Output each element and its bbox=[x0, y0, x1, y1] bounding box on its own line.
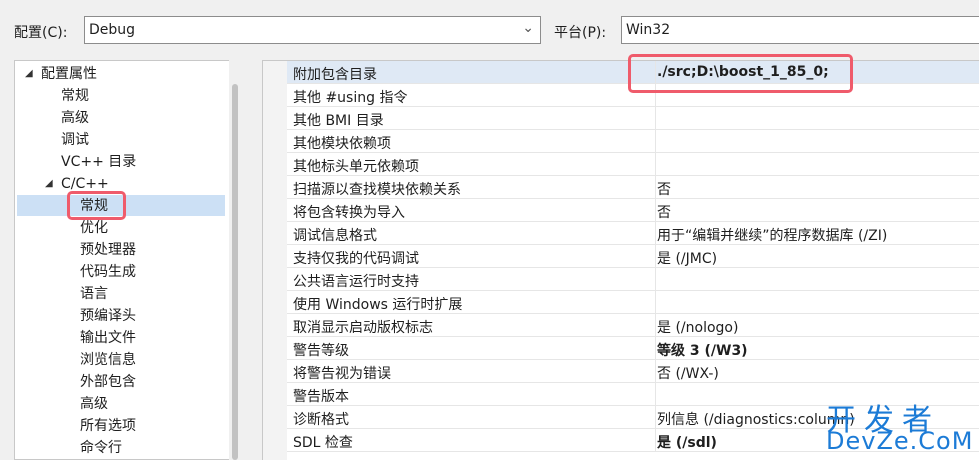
property-value[interactable]: 等级 3 (/W3) bbox=[657, 340, 748, 360]
column-divider bbox=[655, 153, 656, 175]
property-row[interactable]: 公共语言运行时支持 bbox=[287, 268, 979, 291]
tree-item-precompiled-headers[interactable]: 预编译头 bbox=[80, 306, 136, 327]
tree-scrollbar-thumb[interactable] bbox=[232, 84, 238, 460]
property-name: 公共语言运行时支持 bbox=[293, 274, 419, 290]
property-tree: ◢ 配置属性 常规 高级 调试 VC++ 目录 ◢ C/C++ 常规 优化 预处… bbox=[14, 60, 241, 460]
column-divider bbox=[655, 222, 656, 244]
toolbar: 配置(C): Debug ⌄ 平台(P): Win32 bbox=[0, 0, 979, 58]
property-value[interactable]: 是 (/sdl) bbox=[657, 432, 717, 452]
tree-item-optimization[interactable]: 优化 bbox=[80, 218, 108, 239]
property-name: 警告版本 bbox=[293, 389, 349, 405]
column-divider bbox=[655, 360, 656, 382]
platform-dropdown[interactable]: Win32 bbox=[621, 16, 979, 44]
highlight-box-include-dirs bbox=[628, 54, 853, 93]
tree-item-output-files[interactable]: 输出文件 bbox=[80, 328, 136, 349]
column-divider bbox=[655, 429, 656, 451]
property-value[interactable]: 否 bbox=[657, 179, 671, 199]
watermark-en: DevZe.CoM bbox=[826, 427, 974, 455]
column-divider bbox=[655, 176, 656, 198]
property-value[interactable]: 否 (/WX-) bbox=[657, 363, 719, 383]
property-name: 将包含转换为导入 bbox=[293, 205, 405, 221]
highlight-box-tree bbox=[67, 191, 126, 220]
config-dropdown[interactable]: Debug ⌄ bbox=[84, 16, 541, 44]
property-name: 扫描源以查找模块依赖关系 bbox=[293, 182, 461, 198]
property-name: 使用 Windows 运行时扩展 bbox=[293, 297, 463, 313]
property-row[interactable]: 扫描源以查找模块依赖关系 否 bbox=[287, 176, 979, 199]
tree-item-browse-info[interactable]: 浏览信息 bbox=[80, 350, 136, 371]
property-name: SDL 检查 bbox=[293, 435, 353, 451]
property-value[interactable]: 否 bbox=[657, 202, 671, 222]
chevron-down-icon: ⌄ bbox=[522, 20, 534, 36]
column-divider bbox=[655, 406, 656, 428]
property-name: 其他模块依赖项 bbox=[293, 136, 391, 152]
property-row[interactable]: 将包含转换为导入 否 bbox=[287, 199, 979, 222]
column-divider bbox=[655, 199, 656, 221]
column-divider bbox=[655, 268, 656, 290]
property-row[interactable]: 调试信息格式 用于“编辑并继续”的程序数据库 (/ZI) bbox=[287, 222, 979, 245]
tree-item-command-line[interactable]: 命令行 bbox=[80, 438, 122, 459]
column-divider bbox=[655, 314, 656, 336]
property-row[interactable]: 将警告视为错误 否 (/WX-) bbox=[287, 360, 979, 383]
tree-item-language[interactable]: 语言 bbox=[80, 284, 108, 305]
property-value[interactable]: 是 (/JMC) bbox=[657, 248, 717, 268]
property-row[interactable]: 取消显示启动版权标志 是 (/nologo) bbox=[287, 314, 979, 337]
property-name: 其他标头单元依赖项 bbox=[293, 159, 419, 175]
property-name: 警告等级 bbox=[293, 343, 349, 359]
grid-gutter bbox=[263, 61, 287, 460]
tree-item-debugging[interactable]: 调试 bbox=[61, 130, 89, 151]
property-name: 将警告视为错误 bbox=[293, 366, 391, 382]
tree-item-all-options[interactable]: 所有选项 bbox=[80, 416, 136, 437]
tree-item-external-includes[interactable]: 外部包含 bbox=[80, 372, 136, 393]
property-row[interactable]: 其他模块依赖项 bbox=[287, 130, 979, 153]
property-row[interactable]: 警告等级 等级 3 (/W3) bbox=[287, 337, 979, 360]
tree-item-code-generation[interactable]: 代码生成 bbox=[80, 262, 136, 283]
property-name: 取消显示启动版权标志 bbox=[293, 320, 433, 336]
expand-triangle-icon[interactable]: ◢ bbox=[45, 178, 53, 189]
tree-item-preprocessor[interactable]: 预处理器 bbox=[80, 240, 136, 261]
property-value[interactable]: 是 (/nologo) bbox=[657, 317, 738, 337]
tree-item-root[interactable]: 配置属性 bbox=[41, 64, 97, 85]
config-label: 配置(C): bbox=[14, 25, 68, 41]
column-divider bbox=[655, 337, 656, 359]
column-divider bbox=[655, 291, 656, 313]
column-divider bbox=[655, 130, 656, 152]
tree-item-general[interactable]: 常规 bbox=[61, 86, 89, 107]
watermark-logo: 开发者 DevZe.CoM bbox=[826, 395, 976, 457]
config-value: Debug bbox=[89, 22, 136, 38]
property-row[interactable]: 使用 Windows 运行时扩展 bbox=[287, 291, 979, 314]
property-row[interactable]: 其他标头单元依赖项 bbox=[287, 153, 979, 176]
tree-item-advanced[interactable]: 高级 bbox=[61, 108, 89, 129]
property-name: 其他 BMI 目录 bbox=[293, 113, 384, 129]
property-name: 其他 #using 指令 bbox=[293, 90, 408, 106]
property-row[interactable]: 其他 BMI 目录 bbox=[287, 107, 979, 130]
platform-value: Win32 bbox=[626, 22, 671, 38]
tree-item-vc-directories[interactable]: VC++ 目录 bbox=[61, 152, 136, 173]
platform-label: 平台(P): bbox=[554, 25, 607, 41]
property-name: 诊断格式 bbox=[293, 412, 349, 428]
column-divider bbox=[655, 383, 656, 405]
column-divider bbox=[655, 107, 656, 129]
property-name: 调试信息格式 bbox=[293, 228, 377, 244]
column-divider bbox=[655, 245, 656, 267]
tree-item-cpp-advanced[interactable]: 高级 bbox=[80, 394, 108, 415]
property-name: 附加包含目录 bbox=[293, 67, 377, 83]
expand-triangle-icon[interactable]: ◢ bbox=[25, 68, 33, 79]
property-value[interactable]: 用于“编辑并继续”的程序数据库 (/ZI) bbox=[657, 225, 887, 245]
property-row[interactable]: 支持仅我的代码调试 是 (/JMC) bbox=[287, 245, 979, 268]
property-name: 支持仅我的代码调试 bbox=[293, 251, 419, 267]
